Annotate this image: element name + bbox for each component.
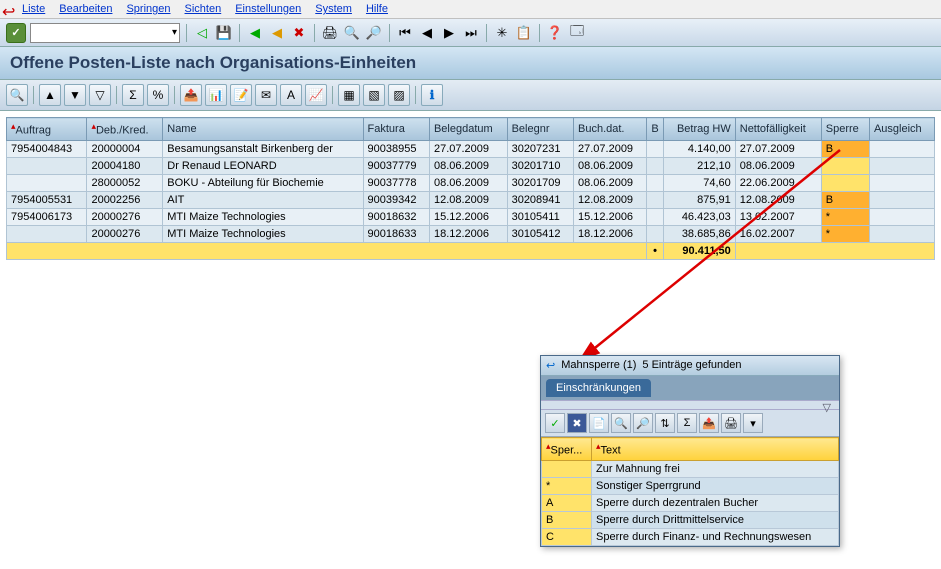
filter-icon[interactable]: ▽ (89, 84, 111, 106)
graphic-icon[interactable]: 📈 (305, 84, 327, 106)
info-icon[interactable]: ℹ (421, 84, 443, 106)
popup-more-icon[interactable]: ▾ (743, 413, 763, 433)
popup-print-icon[interactable]: 🖨 (721, 413, 741, 433)
help-icon[interactable]: ❓ (546, 24, 564, 42)
popup-title-a: Mahnsperre (1) (561, 359, 636, 372)
layout1-icon[interactable]: ▦ (338, 84, 360, 106)
table-row[interactable]: 20000276MTI Maize Technologies9001863318… (7, 225, 935, 242)
menu-sichten[interactable]: Sichten (185, 3, 222, 15)
menu-hilfe[interactable]: Hilfe (366, 3, 388, 15)
layout3-icon[interactable]: ▨ (388, 84, 410, 106)
lookup-row[interactable]: BSperre durch Drittmittelservice (542, 511, 839, 528)
exit-icon[interactable]: ◀ (268, 24, 286, 42)
col-faktura[interactable]: Faktura (363, 118, 429, 141)
app-toolbar: 🔍 ▲ ▼ ▽ Σ % 📤 📊 📝 ✉ A 📈 ▦ ▧ ▨ ℹ (0, 80, 941, 111)
save-icon[interactable]: 💾 (215, 24, 233, 42)
system-toolbar: ✓ ▾ ◁ 💾 ◀ ◀ ✖ 🖨 🔍 🔎 ⏮ ◀ ▶ ⏭ ✳ 📋 ❓ 🗔 (0, 19, 941, 47)
print-icon[interactable]: 🖨 (321, 24, 339, 42)
cancel-icon[interactable]: ✖ (290, 24, 308, 42)
sum-icon[interactable]: Σ (122, 84, 144, 106)
menu-liste[interactable]: Liste (22, 3, 45, 15)
popup-export-icon[interactable]: 📤 (699, 413, 719, 433)
first-page-icon[interactable]: ⏮ (396, 24, 414, 42)
open-items-table[interactable]: ▴Auftrag ▴Deb./Kred. Name Faktura Belegd… (6, 117, 935, 260)
subtotal-icon[interactable]: % (147, 84, 169, 106)
mahnsperre-popup: ↩ Mahnsperre (1) 5 Einträge gefunden Ein… (540, 355, 840, 547)
table-row[interactable]: 795400617320000276MTI Maize Technologies… (7, 208, 935, 225)
back-green-icon[interactable]: ◀ (246, 24, 264, 42)
find-next-icon[interactable]: 🔎 (365, 24, 383, 42)
total-row: • 90.411,50 (7, 242, 935, 259)
table-header-row: ▴Auftrag ▴Deb./Kred. Name Faktura Belegd… (7, 118, 935, 141)
menu-bearbeiten[interactable]: Bearbeiten (59, 3, 112, 15)
menubar: Liste Bearbeiten Springen Sichten Einste… (0, 0, 941, 19)
popup-check-icon[interactable]: ✓ (545, 413, 565, 433)
menu-einstellungen[interactable]: Einstellungen (235, 3, 301, 15)
popup-find-icon[interactable]: 🔍 (611, 413, 631, 433)
col-netto[interactable]: Nettofälligkeit (735, 118, 821, 141)
popup-sort-icon[interactable]: ⇅ (655, 413, 675, 433)
new-session-icon[interactable]: ✳ (493, 24, 511, 42)
tab-einschraenkungen[interactable]: Einschränkungen (546, 379, 651, 397)
sort-asc-icon[interactable]: ▲ (39, 84, 61, 106)
lookup-row[interactable]: ASperre durch dezentralen Bucher (542, 494, 839, 511)
menu-springen[interactable]: Springen (126, 3, 170, 15)
back-icon[interactable]: ◁ (193, 24, 211, 42)
last-page-icon[interactable]: ⏭ (462, 24, 480, 42)
col-sperre[interactable]: Sperre (821, 118, 869, 141)
export-icon[interactable]: 📤 (180, 84, 202, 106)
popup-col-sper[interactable]: ▴Sper... (542, 438, 592, 461)
popup-findnext-icon[interactable]: 🔎 (633, 413, 653, 433)
ok-button[interactable]: ✓ (6, 23, 26, 43)
table-row[interactable]: 795400553120002256AIT9003934212.08.20093… (7, 191, 935, 208)
menu-system[interactable]: System (315, 3, 352, 15)
popup-new-icon[interactable]: 📄 (589, 413, 609, 433)
col-debkred[interactable]: ▴Deb./Kred. (87, 118, 163, 141)
prev-page-icon[interactable]: ◀ (418, 24, 436, 42)
shortcut-icon[interactable]: 📋 (515, 24, 533, 42)
table-row[interactable]: 20004180Dr Renaud LEONARD9003777908.06.2… (7, 157, 935, 174)
lookup-row[interactable]: *Sonstiger Sperrgrund (542, 477, 839, 494)
layout-icon[interactable]: 🗔 (568, 24, 586, 42)
sort-desc-icon[interactable]: ▼ (64, 84, 86, 106)
command-field[interactable]: ▾ (30, 23, 180, 43)
popup-toolbar: ✓ ✖ 📄 🔍 🔎 ⇅ Σ 📤 🖨 ▾ (541, 410, 839, 437)
sperre-lookup-table[interactable]: ▴Sper... ▴Text Zur Mahnung frei*Sonstige… (541, 437, 839, 546)
popup-collapse-icon[interactable]: ▽ (541, 400, 839, 410)
popup-close-icon[interactable]: ✖ (567, 413, 587, 433)
col-buchdat[interactable]: Buch.dat. (574, 118, 647, 141)
layout2-icon[interactable]: ▧ (363, 84, 385, 106)
find-icon[interactable]: 🔍 (343, 24, 361, 42)
table-row[interactable]: 28000052BOKU - Abteilung für Biochemie90… (7, 174, 935, 191)
lookup-row[interactable]: Zur Mahnung frei (542, 460, 839, 477)
details-icon[interactable]: 🔍 (6, 84, 28, 106)
lookup-row[interactable]: CSperre durch Finanz- und Rechnungswesen (542, 528, 839, 545)
sap-return-icon[interactable]: ↩ (2, 2, 15, 22)
page-title: Offene Posten-Liste nach Organisations-E… (0, 47, 941, 80)
popup-col-text[interactable]: ▴Text (592, 438, 839, 461)
excel-icon[interactable]: 📊 (205, 84, 227, 106)
col-auftrag[interactable]: ▴Auftrag (7, 118, 87, 141)
col-belegnr[interactable]: Belegnr (507, 118, 573, 141)
col-name[interactable]: Name (163, 118, 363, 141)
popup-sum-icon[interactable]: Σ (677, 413, 697, 433)
col-ausgleich[interactable]: Ausgleich (869, 118, 934, 141)
popup-title-b: 5 Einträge gefunden (642, 359, 741, 372)
word-icon[interactable]: 📝 (230, 84, 252, 106)
next-page-icon[interactable]: ▶ (440, 24, 458, 42)
col-betrag[interactable]: Betrag HW (663, 118, 735, 141)
popup-sap-icon: ↩ (546, 359, 555, 372)
popup-titlebar: ↩ Mahnsperre (1) 5 Einträge gefunden (541, 356, 839, 376)
table-row[interactable]: 795400484320000004Besamungsanstalt Birke… (7, 140, 935, 157)
mail-icon[interactable]: ✉ (255, 84, 277, 106)
col-belegdatum[interactable]: Belegdatum (429, 118, 507, 141)
abc-icon[interactable]: A (280, 84, 302, 106)
col-b[interactable]: B (647, 118, 663, 141)
